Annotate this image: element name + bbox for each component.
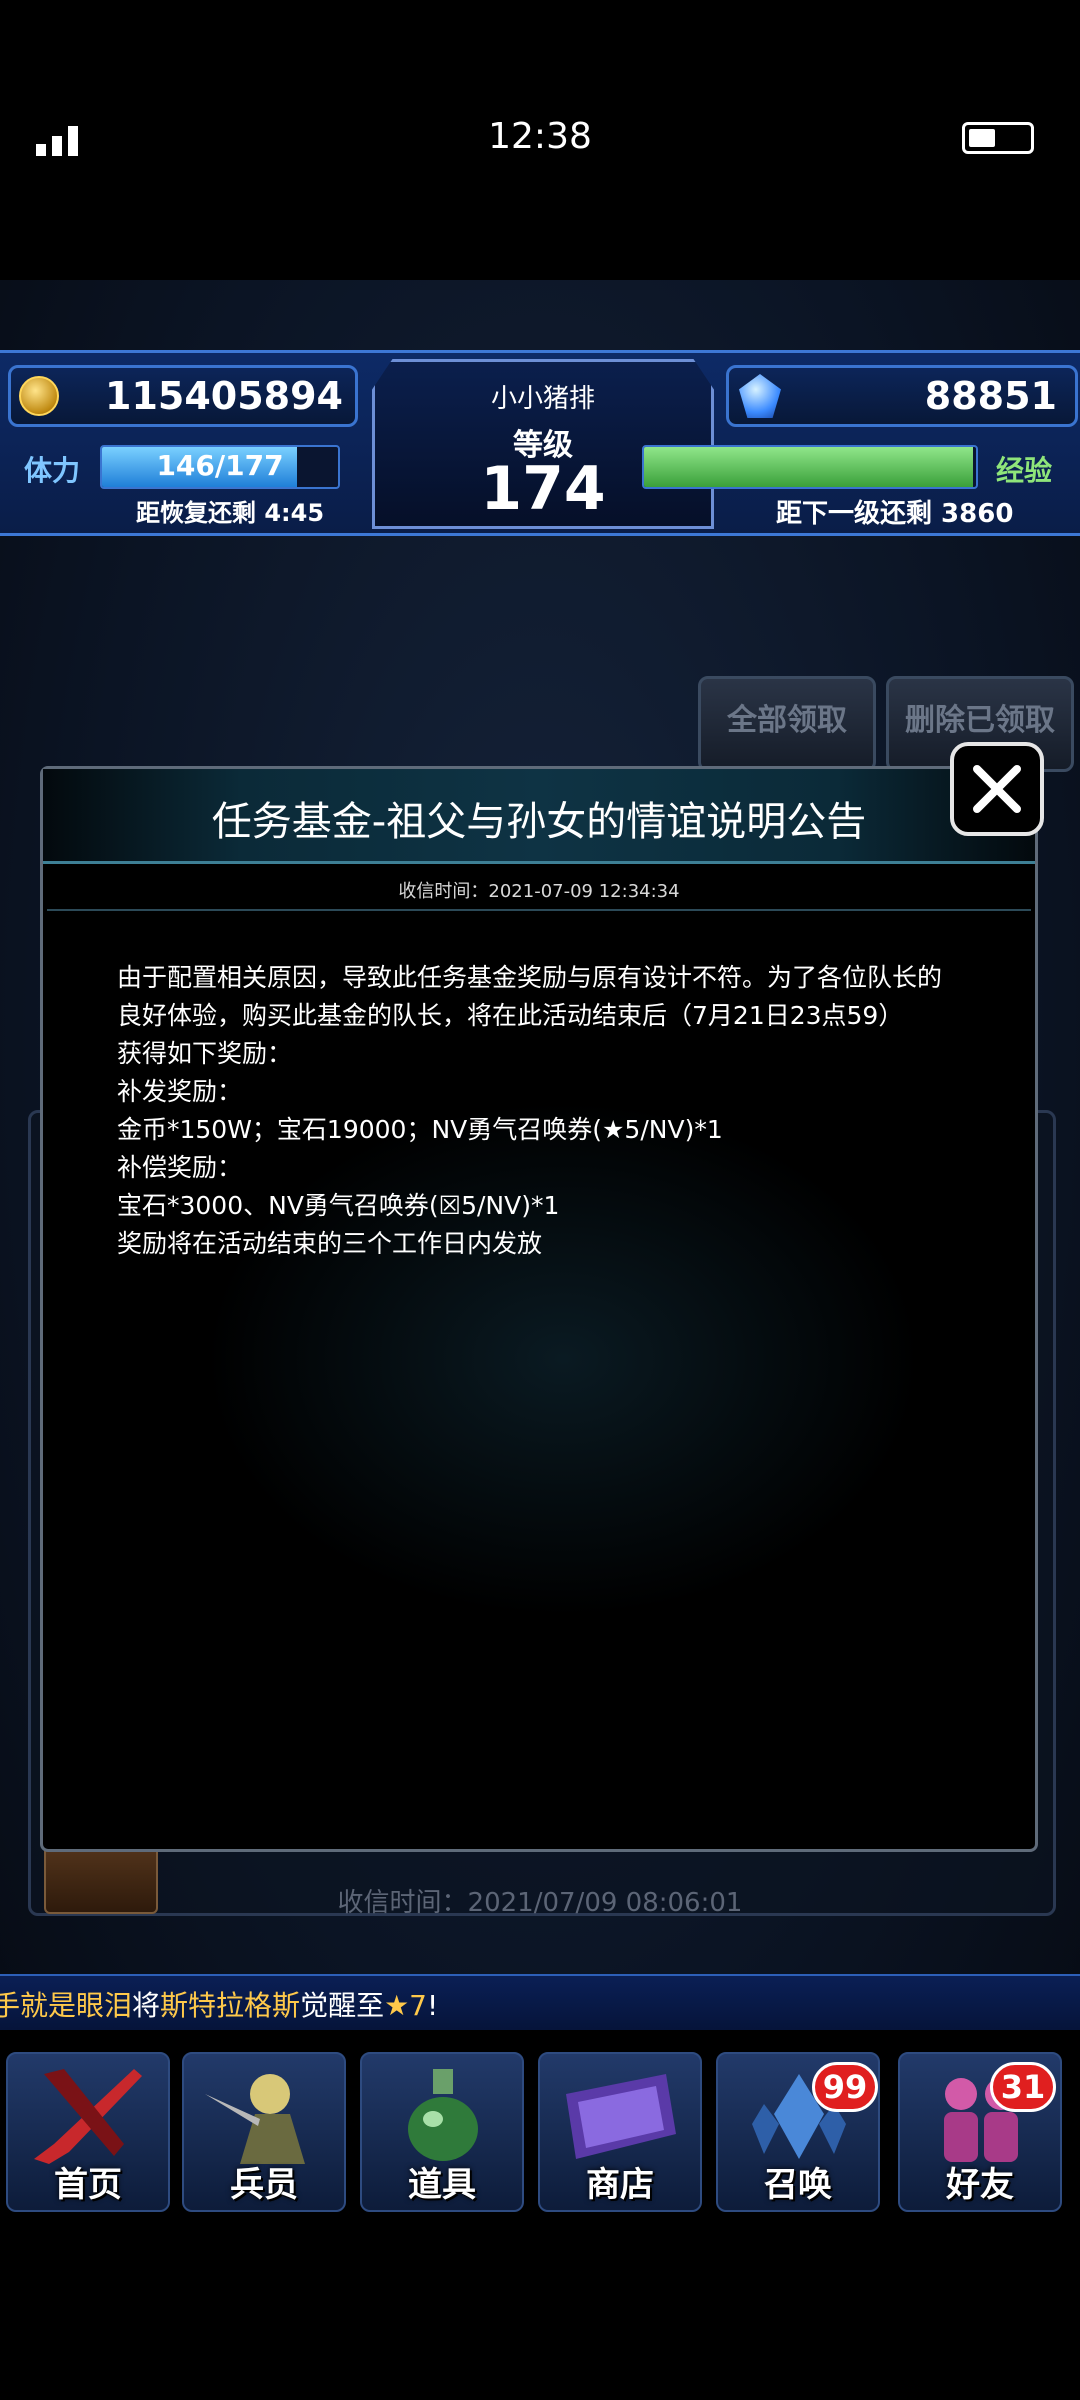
dialog-title: 任务基金-祖父与孙女的情谊说明公告	[211, 799, 867, 845]
stamina-bar[interactable]: 146/177	[100, 445, 340, 489]
body-line: 补偿奖励：	[117, 1153, 243, 1182]
mail-received-time: 收信时间：2021/07/09 08:06:01	[337, 1888, 743, 1918]
gold-amount: 115405894	[105, 374, 343, 418]
potion-icon	[408, 2069, 478, 2161]
nav-label: 首页	[54, 2165, 122, 2205]
exp-fill	[644, 447, 973, 487]
player-hud: 115405894 小小猪排 等级 174 88851 体力 146/177 距…	[0, 350, 1080, 536]
body-line: 金币*150W；宝石19000；NV勇气召唤券(★5/NV)*1	[117, 1115, 723, 1144]
stamina-label: 体力	[24, 454, 81, 487]
nav-label: 商店	[586, 2165, 654, 2205]
notification-badge: 31	[990, 2062, 1056, 2112]
ticker-player: 眼泪	[76, 1989, 133, 2022]
announcement-body: 由于配置相关原因，导致此任务基金奖励与原有设计不符。为了各位队长的 良好体验，购…	[117, 959, 987, 1263]
coin-icon	[19, 376, 59, 416]
ticker-part: 觉醒至	[300, 1989, 385, 2022]
nav-shop[interactable]: 商店	[538, 2052, 702, 2212]
warrior-icon	[205, 2074, 305, 2164]
dialog-header: 任务基金-祖父与孙女的情谊说明公告	[43, 769, 1035, 864]
nav-label: 好友	[946, 2165, 1014, 2205]
bottom-nav: 首页 兵员 道具 商店 召唤 99 好友 31	[0, 2030, 1080, 2212]
player-name: 小小猪排	[490, 384, 595, 414]
ticker-part: 将	[132, 1989, 161, 2022]
claim-all-button[interactable]: 全部领取	[698, 676, 876, 772]
dialog-received-time: 收信时间：2021-07-09 12:34:34	[398, 881, 680, 902]
announcement-dialog: 任务基金-祖父与孙女的情谊说明公告 收信时间：2021-07-09 12:34:…	[40, 766, 1038, 1852]
ticker-part: !	[427, 1989, 439, 2022]
gold-counter[interactable]: 115405894	[8, 365, 358, 427]
body-line: 补发奖励：	[117, 1077, 243, 1106]
nav-summon[interactable]: 召唤 99	[716, 2052, 880, 2212]
ticker-star: ★7	[384, 1989, 427, 2022]
status-bar: 12:38	[0, 0, 1080, 280]
nav-label: 召唤	[764, 2165, 832, 2205]
ticker-text: 手就是眼泪将斯特拉格斯觉醒至★7!	[0, 1984, 438, 2024]
nav-home[interactable]: 首页	[6, 2052, 170, 2212]
ticker-part: 手就是	[0, 1989, 77, 2022]
ticker-unit: 斯特拉格斯	[160, 1989, 301, 2022]
stamina-text: 146/177	[156, 449, 284, 482]
close-button[interactable]	[950, 742, 1044, 836]
clock: 12:38	[488, 116, 592, 157]
gem-icon	[739, 374, 781, 418]
body-line: 良好体验，购买此基金的队长，将在此活动结束后（7月21日23点59）	[117, 1001, 904, 1030]
gem-amount: 88851	[924, 374, 1057, 418]
shop-icon	[566, 2074, 676, 2159]
notification-badge: 99	[812, 2062, 878, 2112]
sword-icon	[34, 2069, 142, 2164]
close-icon	[973, 765, 1021, 813]
gem-counter[interactable]: 88851	[726, 365, 1078, 427]
stamina-recover-timer: 距恢复还剩 4:45	[136, 499, 325, 527]
nav-friends[interactable]: 好友 31	[898, 2052, 1062, 2212]
nav-units[interactable]: 兵员	[182, 2052, 346, 2212]
body-line: 获得如下奖励：	[117, 1039, 293, 1068]
next-level-remaining: 距下一级还剩 3860	[776, 499, 1014, 529]
body-line: 宝石*3000、NV勇气召唤券(☒5/NV)*1	[117, 1191, 560, 1220]
nav-label: 兵员	[230, 2165, 298, 2205]
body-line: 由于配置相关原因，导致此任务基金奖励与原有设计不符。为了各位队长的	[117, 963, 943, 992]
broadcast-ticker: 手就是眼泪将斯特拉格斯觉醒至★7!	[0, 1974, 1080, 2032]
exp-label: 经验	[996, 454, 1053, 487]
exp-bar	[642, 445, 978, 489]
divider	[47, 909, 1031, 911]
battery-icon	[962, 122, 1034, 154]
body-line: 奖励将在活动结束的三个工作日内发放	[117, 1229, 543, 1258]
nav-label: 道具	[408, 2165, 476, 2205]
level-plate[interactable]: 小小猪排 等级 174	[372, 359, 714, 529]
nav-items[interactable]: 道具	[360, 2052, 524, 2212]
